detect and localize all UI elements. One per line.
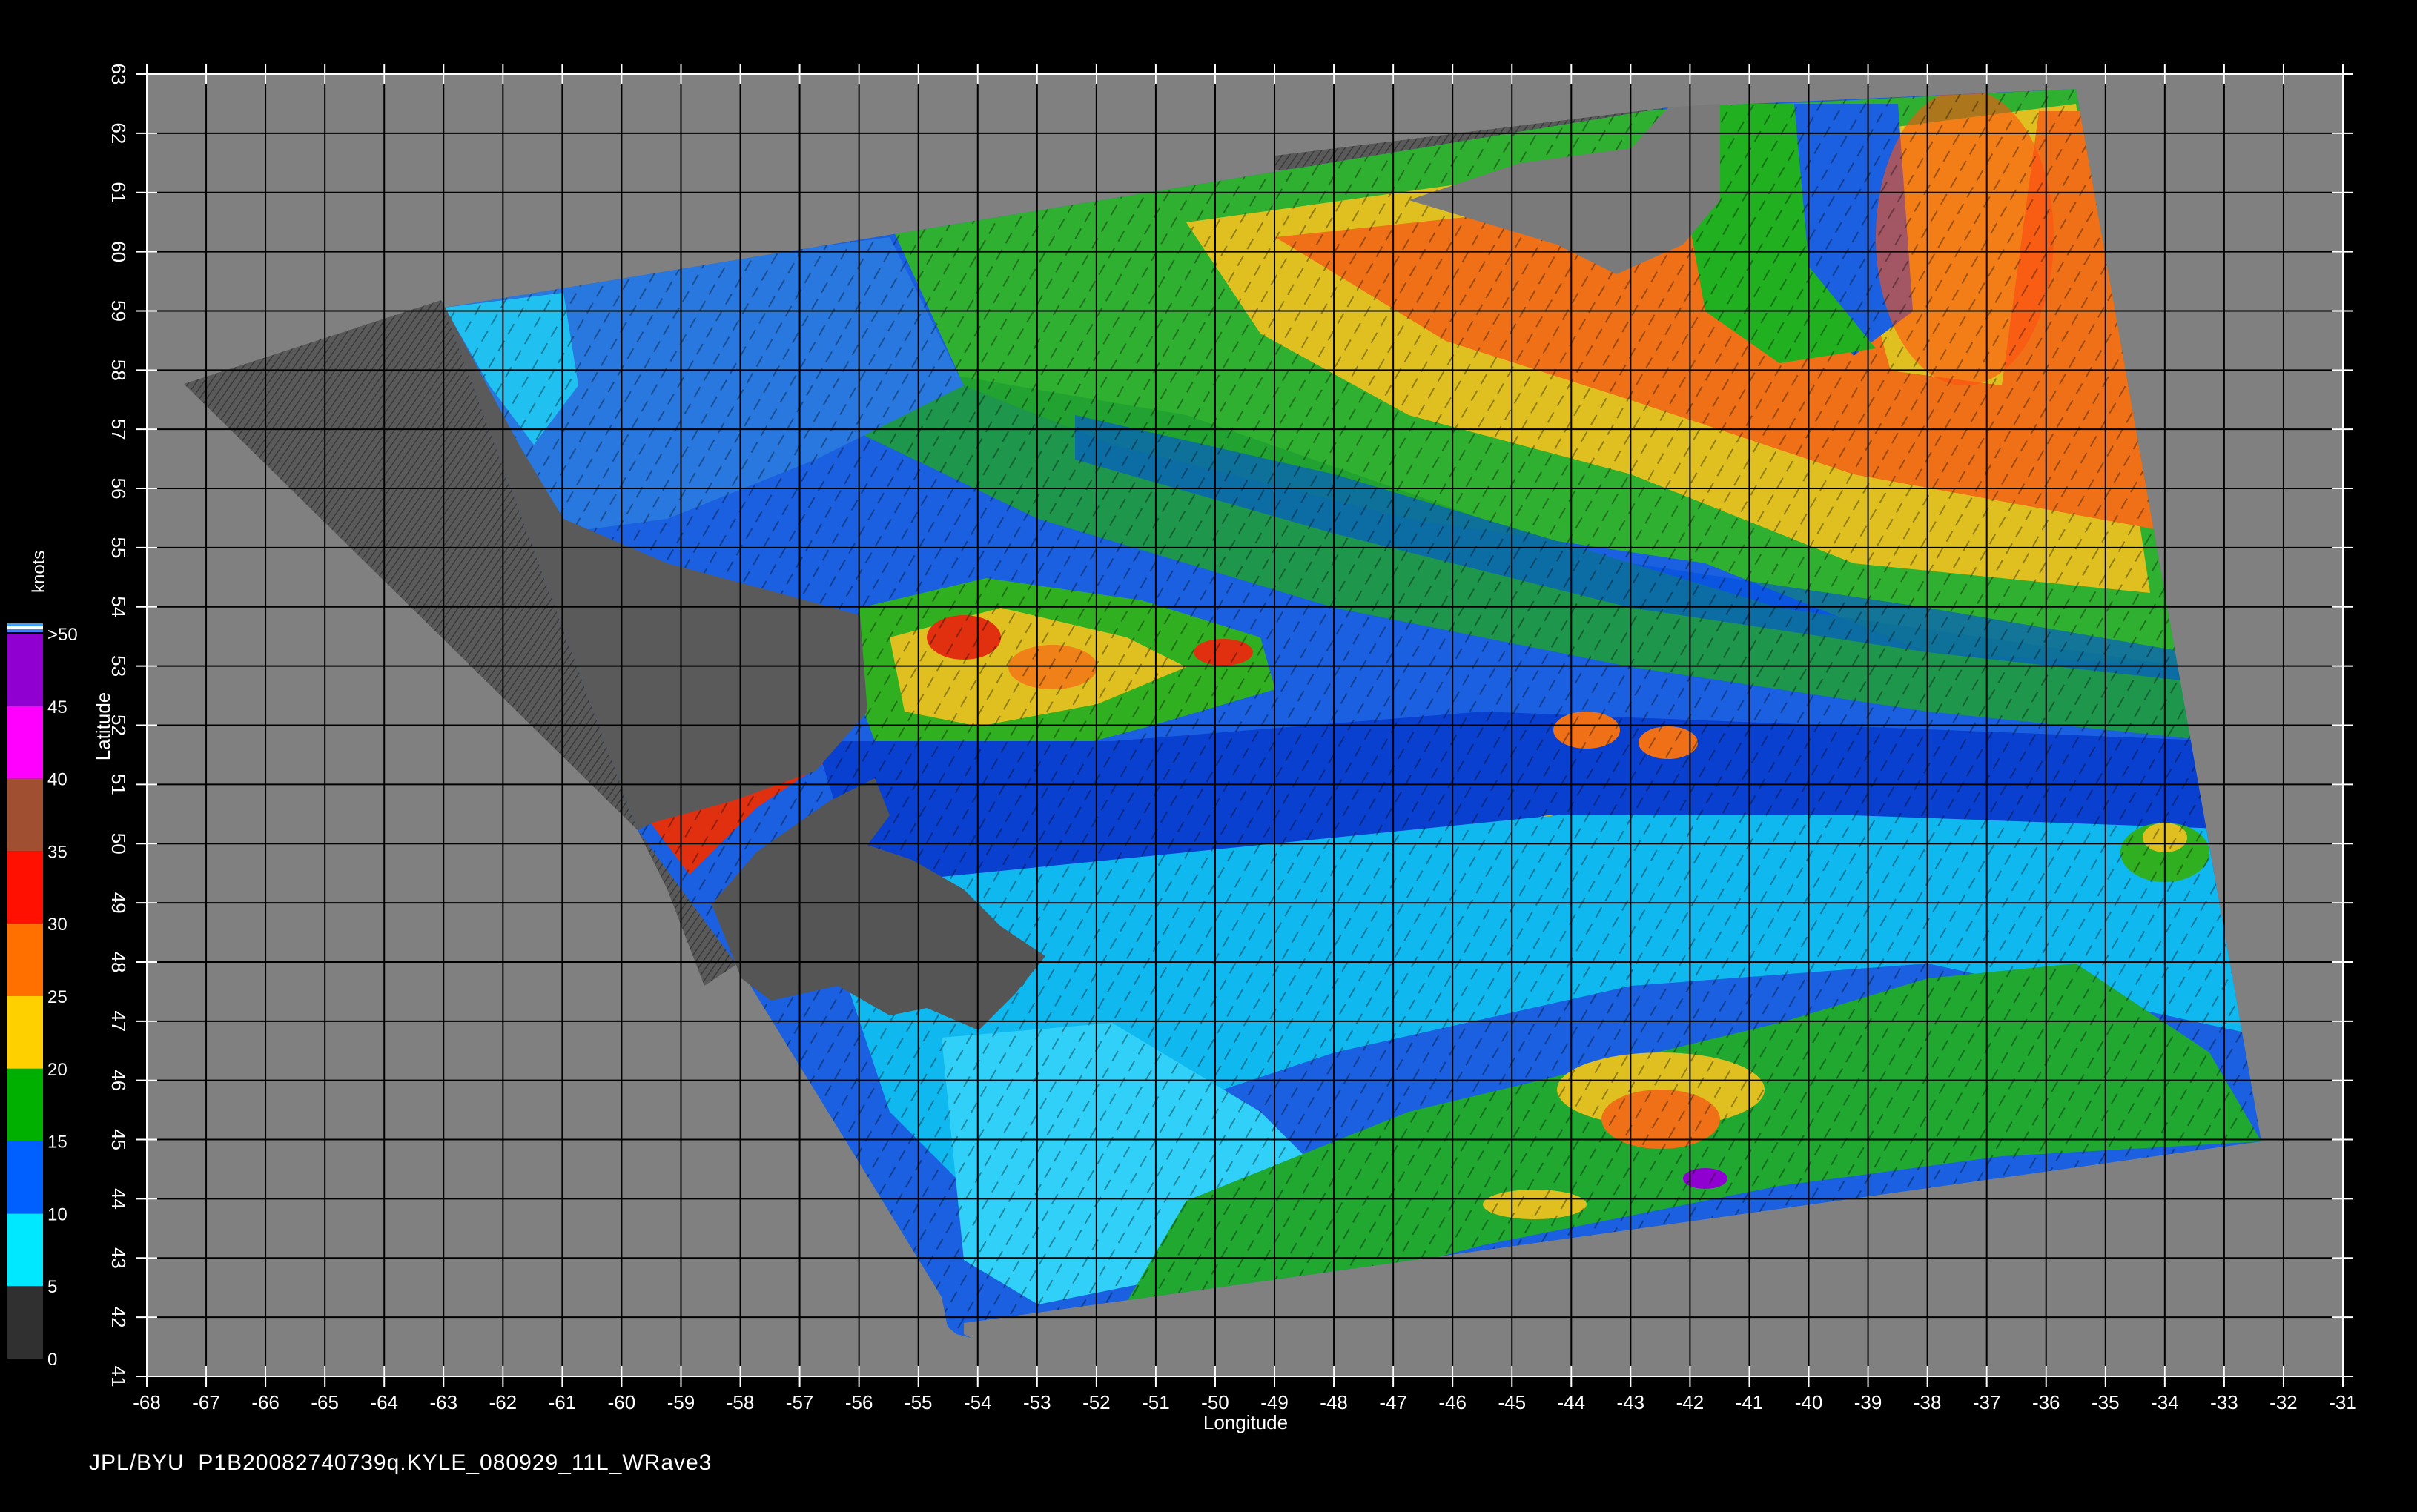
lon-tick-label: -44 bbox=[1558, 1391, 1586, 1413]
lon-tick-label: -60 bbox=[608, 1391, 636, 1413]
lon-tick-label: -49 bbox=[1260, 1391, 1289, 1413]
lon-tick-label: -32 bbox=[2269, 1391, 2298, 1413]
lon-tick-label: -55 bbox=[905, 1391, 933, 1413]
lon-tick-label: -46 bbox=[1438, 1391, 1467, 1413]
colorbar-label: 45 bbox=[47, 697, 67, 717]
lat-tick-label: 62 bbox=[108, 122, 130, 144]
colorbar-label: 35 bbox=[47, 842, 67, 862]
lon-tick-label: -45 bbox=[1498, 1391, 1526, 1413]
lon-tick-label: -59 bbox=[667, 1391, 695, 1413]
lon-tick-label: -64 bbox=[370, 1391, 398, 1413]
lon-tick-label: -51 bbox=[1142, 1391, 1170, 1413]
lat-tick-label: 41 bbox=[108, 1366, 130, 1387]
colorbar-band bbox=[7, 924, 43, 996]
colorbar-band bbox=[7, 1213, 43, 1287]
lat-tick-label: 42 bbox=[108, 1307, 130, 1328]
colorbar-label: 30 bbox=[47, 915, 67, 935]
lat-tick-label: 43 bbox=[108, 1247, 130, 1269]
lon-tick-label: -56 bbox=[845, 1391, 873, 1413]
lat-tick-label: 45 bbox=[108, 1129, 130, 1150]
lat-tick-label: 57 bbox=[108, 419, 130, 440]
y-axis-title: Latitude bbox=[92, 692, 114, 761]
colorbar-band bbox=[7, 1141, 43, 1214]
colorbar-band bbox=[7, 851, 43, 924]
colorbar-band bbox=[7, 706, 43, 779]
colorbar-label: 10 bbox=[47, 1204, 67, 1224]
lon-tick-label: -62 bbox=[489, 1391, 518, 1413]
lon-tick-label: -31 bbox=[2329, 1391, 2357, 1413]
lon-tick-label: -43 bbox=[1617, 1391, 1645, 1413]
lon-tick-label: -67 bbox=[192, 1391, 220, 1413]
colorbar-cap bbox=[7, 629, 43, 632]
x-axis-title: Longitude bbox=[1203, 1411, 1288, 1433]
lon-tick-label: -61 bbox=[549, 1391, 577, 1413]
colorbar-label: 0 bbox=[47, 1350, 57, 1370]
lon-tick-label: -54 bbox=[964, 1391, 992, 1413]
lon-tick-label: -34 bbox=[2151, 1391, 2179, 1413]
lat-tick-label: 46 bbox=[108, 1070, 130, 1091]
lon-tick-label: -63 bbox=[429, 1391, 457, 1413]
lon-tick-label: -58 bbox=[727, 1391, 755, 1413]
lat-tick-label: 56 bbox=[108, 478, 130, 500]
lat-tick-label: 59 bbox=[108, 300, 130, 322]
lon-tick-label: -68 bbox=[133, 1391, 161, 1413]
colorbar-label: 5 bbox=[47, 1277, 57, 1297]
colorbar-band bbox=[7, 778, 43, 852]
colorbar-band bbox=[7, 1286, 43, 1359]
lon-tick-label: -33 bbox=[2210, 1391, 2238, 1413]
footer-caption: JPL/BYU P1B20082740739q.KYLE_080929_11L_… bbox=[89, 1450, 712, 1475]
lat-tick-label: 47 bbox=[108, 1010, 130, 1032]
colorbar-cap bbox=[7, 623, 43, 626]
lat-tick-label: 50 bbox=[108, 833, 130, 855]
lat-tick-label: 61 bbox=[108, 182, 130, 203]
colorbar-label: 40 bbox=[47, 770, 67, 790]
colorbar-label: >50 bbox=[47, 625, 78, 645]
colorbar-title: knots bbox=[29, 551, 49, 593]
colorbar-band bbox=[7, 634, 43, 706]
lat-tick-label: 63 bbox=[108, 64, 130, 85]
lon-tick-label: -57 bbox=[786, 1391, 814, 1413]
lat-tick-label: 44 bbox=[108, 1188, 130, 1210]
colorbar-label: 15 bbox=[47, 1133, 67, 1153]
lon-tick-label: -50 bbox=[1201, 1391, 1229, 1413]
lat-tick-label: 54 bbox=[108, 596, 130, 617]
lon-tick-label: -47 bbox=[1379, 1391, 1407, 1413]
lon-tick-label: -35 bbox=[2092, 1391, 2120, 1413]
lon-tick-label: -40 bbox=[1795, 1391, 1823, 1413]
colorbar: >50 45 40 35 30 25 20 15 10 5 0 bbox=[7, 623, 78, 1370]
lon-tick-label: -65 bbox=[311, 1391, 339, 1413]
lon-tick-label: -52 bbox=[1082, 1391, 1111, 1413]
lon-tick-label: -53 bbox=[1023, 1391, 1051, 1413]
lon-tick-label: -39 bbox=[1854, 1391, 1882, 1413]
colorbar-band bbox=[7, 1068, 43, 1141]
lon-tick-label: -41 bbox=[1736, 1391, 1764, 1413]
lat-tick-label: 49 bbox=[108, 892, 130, 914]
lat-tick-label: 53 bbox=[108, 655, 130, 677]
lat-tick-label: 58 bbox=[108, 359, 130, 381]
lon-tick-label: -48 bbox=[1320, 1391, 1348, 1413]
colorbar-band bbox=[7, 996, 43, 1069]
lat-tick-label: 48 bbox=[108, 951, 130, 972]
lon-tick-label: -36 bbox=[2032, 1391, 2060, 1413]
lat-tick-label: 60 bbox=[108, 241, 130, 262]
lon-tick-label: -38 bbox=[1914, 1391, 1942, 1413]
colorbar-label: 25 bbox=[47, 987, 67, 1007]
lat-tick-label: 51 bbox=[108, 774, 130, 795]
lon-tick-label: -37 bbox=[1973, 1391, 2001, 1413]
colorbar-cap bbox=[7, 626, 43, 629]
lon-tick-label: -66 bbox=[251, 1391, 280, 1413]
colorbar-label: 20 bbox=[47, 1060, 67, 1080]
lon-tick-label: -42 bbox=[1676, 1391, 1705, 1413]
lat-tick-label: 55 bbox=[108, 537, 130, 558]
wind-map: -68 -67 -66 -65 -64 -63 -62 -61 -60 -59 -58 -57 -56 -… bbox=[7, 64, 2357, 1433]
